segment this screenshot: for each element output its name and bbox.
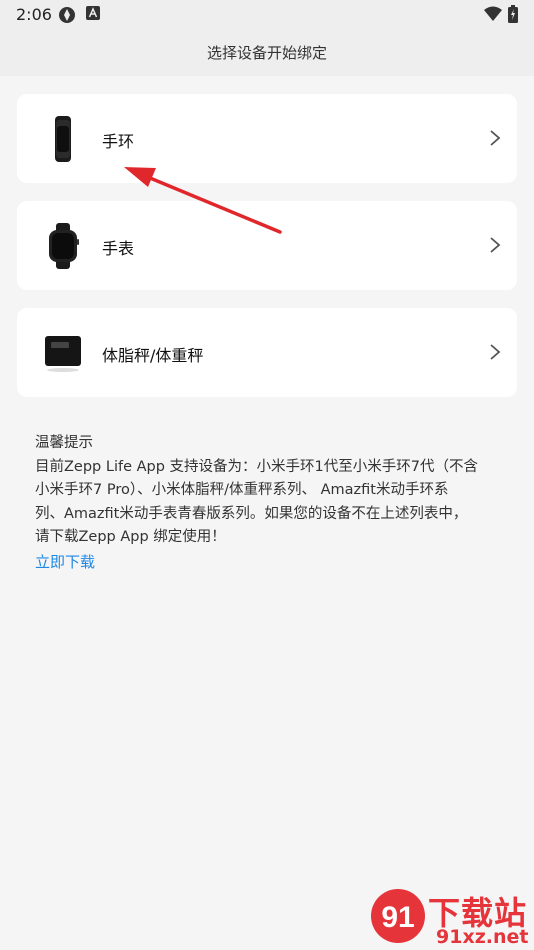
device-label-band: 手环 <box>102 132 135 151</box>
battery-icon <box>508 5 518 23</box>
tips-title: 温馨提示 <box>35 435 93 451</box>
tips-line: 小米手环7 Pro）、小米体脂秤/体重秤系列、 Amazfit米动手环系 <box>35 482 449 498</box>
chevron-right-icon <box>490 344 501 360</box>
download-link[interactable]: 立即下载 <box>35 551 95 572</box>
tips-line: 列、Amazfit米动手表青春版系列。如果您的设备不在上述列表中， <box>35 505 468 522</box>
device-label-watch: 手表 <box>102 239 135 258</box>
page-title: 选择设备开始绑定 <box>206 44 327 62</box>
tips-line: 目前Zepp Life App 支持设备为：小米手环1代至小米手环7代（不含 <box>35 458 478 475</box>
header: 选择设备开始绑定 <box>0 30 534 76</box>
scale-icon <box>45 336 81 372</box>
status-time: 2:06 <box>16 5 52 24</box>
tips-line: 请下载Zepp App 绑定使用！ <box>35 529 226 545</box>
tips-section: 温馨提示 目前Zepp Life App 支持设备为：小米手环1代至小米手环7代… <box>35 432 505 550</box>
device-card-watch[interactable]: 手表 <box>17 201 517 290</box>
device-card-scale[interactable]: 体脂秤/体重秤 <box>17 308 517 397</box>
status-bar: 2:06 <box>0 0 534 30</box>
device-card-band[interactable]: 手环 <box>17 94 517 183</box>
watermark-logo-number: 91 <box>381 901 414 934</box>
device-label-scale: 体脂秤/体重秤 <box>102 346 204 365</box>
a-badge-icon <box>86 6 100 20</box>
chevron-right-icon <box>490 130 501 146</box>
watch-icon <box>49 223 79 269</box>
band-icon <box>55 116 71 162</box>
watermark-domain: 91xz.net <box>436 926 529 948</box>
wifi-icon <box>484 6 502 21</box>
chevron-right-icon <box>490 237 501 253</box>
sync-icon <box>59 7 75 23</box>
